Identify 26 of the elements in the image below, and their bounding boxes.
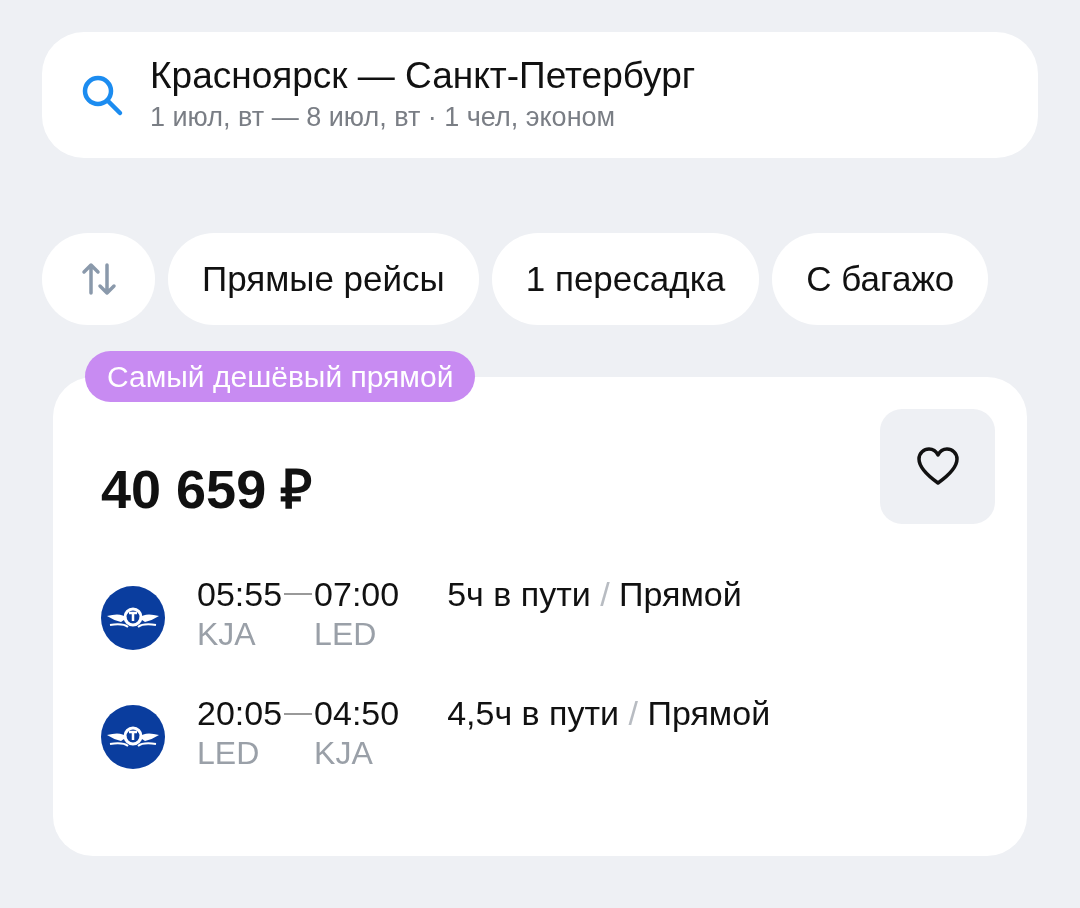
filter-chip[interactable]: С багажо [772,233,989,325]
favorite-button[interactable] [880,409,995,524]
departure-time: 05:55 [197,574,283,615]
route-title: Красноярск — Санкт-Петербург [150,56,696,98]
departure-time: 20:05 [197,693,283,734]
arrival-time: 07:00 [314,574,400,615]
airport-code: LED [197,734,261,773]
flight-type: Прямой [619,575,742,613]
search-bar[interactable]: Красноярск — Санкт-Петербург 1 июл, вт — 8 июл, вт · 1 чел, эконом [42,32,1038,158]
flight-duration: 4,5ч в пути [447,694,620,733]
filter-chip[interactable]: Прямые рейсы [168,233,479,325]
arrival-time: 04:50 [314,693,400,734]
airport-code: KJA [197,614,257,654]
airline-logo-icon [101,705,165,770]
flight-duration: 5ч в пути [447,575,591,613]
price: 40 659 ₽ [101,458,313,521]
trip-details: 1 июл, вт — 8 июл, вт · 1 чел, эконом [150,101,617,134]
separator: / [600,575,610,613]
heart-icon [915,446,960,487]
offer-badge: Самый дешёвый прямой [85,351,476,402]
airport-code: KJA [314,734,374,773]
airline-logo-icon [101,586,165,650]
filter-chip[interactable]: 1 пересадка [491,233,760,325]
airport-code: LED [314,614,378,654]
separator: / [628,694,638,733]
flight-type: Прямой [647,694,771,733]
